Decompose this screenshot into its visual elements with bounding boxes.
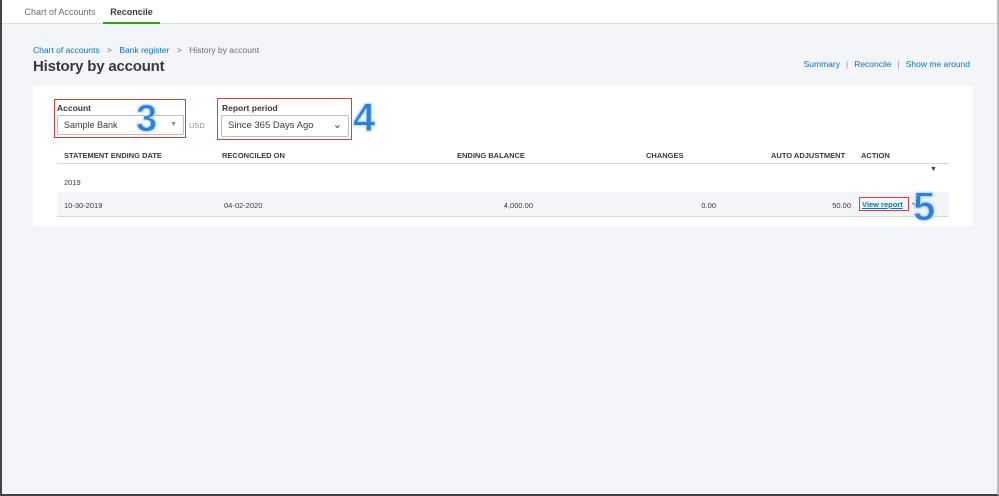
- page-title: History by account: [33, 58, 165, 75]
- changes: 0.00: [701, 201, 716, 210]
- chevron-down-icon: ⌄: [332, 119, 342, 131]
- annotation-5: 5: [912, 185, 936, 229]
- statement-date: 10-30-2019: [64, 201, 103, 210]
- tab-chart-of-accounts[interactable]: Chart of Accounts: [18, 0, 102, 24]
- view-report-link[interactable]: View report: [862, 200, 903, 209]
- col-changes[interactable]: CHANGES: [646, 151, 684, 160]
- ending-balance: 4,000.00: [503, 201, 533, 210]
- account-value: Sample Bank: [64, 120, 118, 130]
- annotation-3: 3: [135, 98, 158, 140]
- reconcile-link[interactable]: Reconcile: [854, 59, 891, 69]
- show-me-around-link[interactable]: Show me around: [906, 59, 970, 69]
- breadcrumb-separator: >: [107, 45, 112, 55]
- summary-link[interactable]: Summary: [804, 59, 840, 69]
- collapse-caret-icon[interactable]: ▼: [930, 166, 937, 173]
- annotation-4: 4: [352, 96, 376, 140]
- breadcrumb-chart-of-accounts[interactable]: Chart of accounts: [33, 45, 100, 55]
- breadcrumb-separator: >: [176, 45, 182, 55]
- col-ending-balance[interactable]: ENDING BALANCE: [457, 151, 525, 160]
- top-tabs: Chart of Accounts Reconcile: [2, 0, 997, 24]
- report-period-value: Since 365 Days Ago: [228, 120, 314, 131]
- col-statement-ending-date[interactable]: STATEMENT ENDING DATE: [64, 151, 162, 160]
- col-reconciled-on[interactable]: RECONCILED ON: [222, 151, 285, 160]
- report-period-select[interactable]: Since 365 Days Ago ⌄: [221, 115, 349, 137]
- header-divider: [57, 163, 949, 164]
- tab-reconcile[interactable]: Reconcile: [103, 0, 160, 24]
- caret-down-icon: ▼: [170, 121, 177, 128]
- breadcrumb: Chart of accounts > Bank register > Hist…: [33, 45, 259, 55]
- breadcrumb-current: History by account: [189, 45, 260, 55]
- col-auto-adjustment[interactable]: AUTO ADJUSTMENT: [771, 151, 845, 160]
- report-period-label: Report period: [222, 103, 278, 113]
- currency-label: USD: [189, 121, 205, 130]
- col-action: ACTION: [861, 151, 890, 160]
- breadcrumb-bank-register[interactable]: Bank register: [119, 45, 169, 55]
- header-links: Summary | Reconcile | Show me around: [803, 59, 970, 69]
- account-select[interactable]: Sample Bank ▼: [57, 115, 184, 135]
- reconciled-on: 04-02-2020: [224, 201, 263, 210]
- account-label: Account: [57, 103, 91, 113]
- history-card: Account Sample Bank ▼ 3 USD Report period…: [33, 86, 973, 229]
- auto-adjustment: 50.00: [832, 201, 851, 210]
- group-year: 2019: [64, 178, 81, 187]
- table-row: 10-30-2019 04-02-2020 4,000.00 0.00 50.0…: [57, 192, 949, 217]
